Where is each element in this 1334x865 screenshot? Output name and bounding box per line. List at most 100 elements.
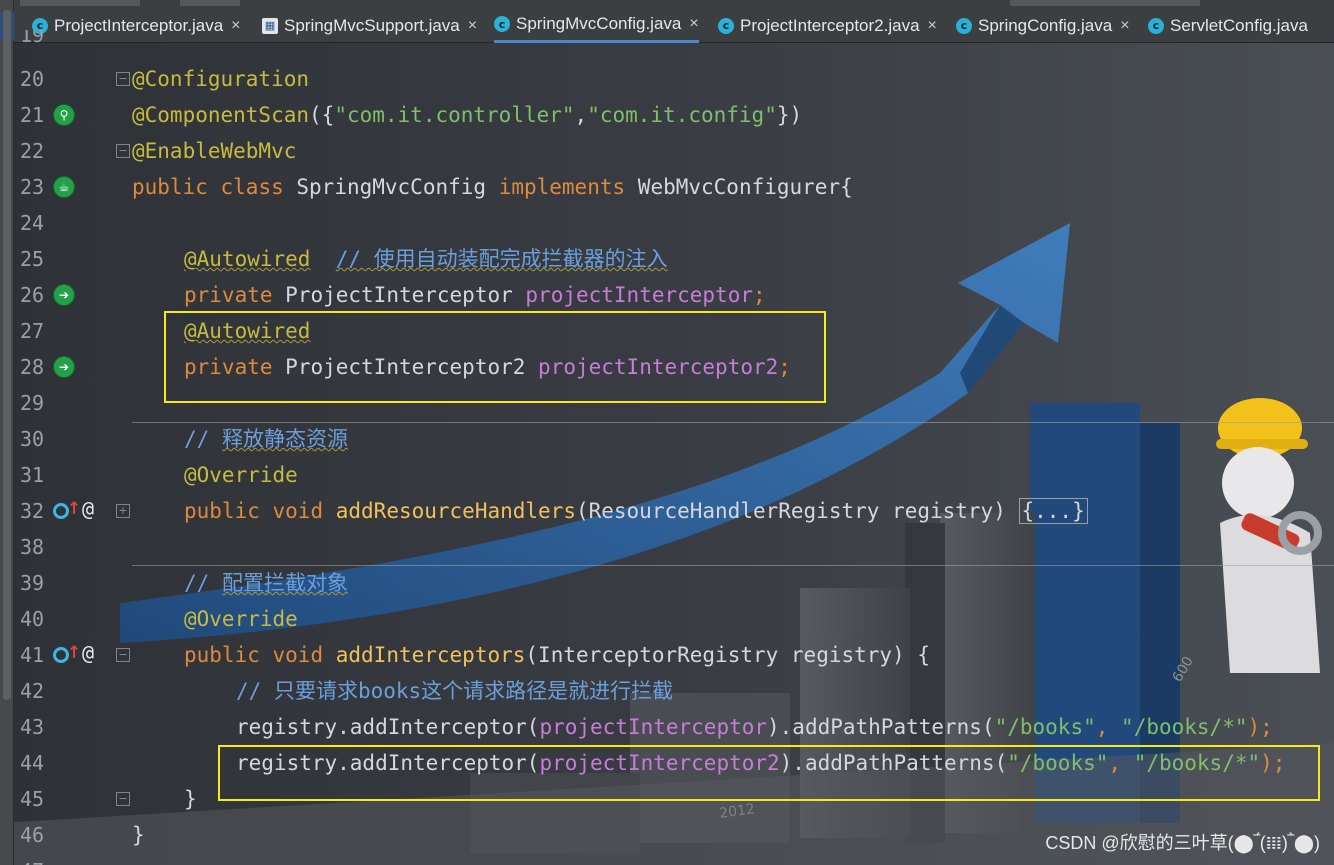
class-icon: c [718,17,734,34]
method-name: addResourceHandlers [335,499,576,523]
code-line-46: } [132,817,145,853]
spring-bean-icon[interactable]: ☕ [53,176,75,198]
line-number: 25 [20,247,45,271]
line-number: 40 [20,607,45,631]
close-icon[interactable]: × [689,15,698,33]
fold-toggle-icon[interactable]: − [116,72,130,86]
code-line-41: public void addInterceptors(InterceptorR… [184,637,930,673]
tab-label: ProjectInterceptor.java [54,15,224,35]
close-icon[interactable]: × [928,17,937,35]
punct: , [1095,715,1122,739]
keyword: class [220,175,284,199]
keyword: public [132,175,208,199]
line-number: 19 [20,30,45,44]
editor-tab-bar: c ProjectInterceptor.java × ▦ SpringMvcS… [0,0,1334,43]
tab-spring-config[interactable]: c SpringConfig.java × [956,8,1130,43]
line-number: 28 [20,355,45,379]
field-name: projectInterceptor [525,283,753,307]
comment-slash: // [184,571,210,595]
fold-expand-icon[interactable]: + [116,504,130,518]
folded-block[interactable]: {...} [1018,498,1088,524]
spring-autowired-icon[interactable]: ➔ [53,356,75,378]
line-number: 43 [20,715,45,739]
left-tool-strip [0,0,14,865]
punct: ; [752,283,766,307]
tab-label: ServletConfig.java [1170,15,1308,35]
vertical-scrollbar[interactable] [3,10,11,700]
class-icon: c [494,16,510,32]
highlight-box-add-interceptor [218,745,1320,801]
keyword: implements [498,175,626,199]
keyword: public [184,643,260,667]
line-number: 26 [20,283,45,307]
comment: 只要请求books这个请求路径是就进行拦截 [273,679,674,703]
annotation: @EnableWebMvc [132,139,297,163]
line-number: 23 [20,175,45,199]
up-arrow-icon: ↑ [67,499,82,519]
class-icon: c [1148,17,1164,34]
tab-project-interceptor[interactable]: c ProjectInterceptor.java × [32,8,241,43]
tab-servlet-config[interactable]: c ServletConfig.java [1148,8,1308,43]
punct: ); [1247,715,1273,739]
punct: }) [776,103,803,127]
spring-autowired-icon[interactable]: ➔ [53,284,75,306]
code-line-45: } [184,781,197,817]
code-line-22: @EnableWebMvc [132,133,296,169]
code-text: registry.addInterceptor( [236,715,540,739]
tab-label: ProjectInterceptor2.java [740,15,920,35]
line-number: 32 [20,499,45,523]
code-line-23: public class SpringMvcConfig implements … [132,169,853,205]
code-line-42: // 只要请求books这个请求路径是就进行拦截 [236,673,673,709]
params: (ResourceHandlerRegistry registry) [575,499,1006,523]
interface-name: WebMvcConfigurer{ [637,175,853,199]
tab-spring-mvc-support[interactable]: ▦ SpringMvcSupport.java × [262,8,477,43]
type-name: ProjectInterceptor [285,283,513,307]
tab-label: SpringMvcSupport.java [284,15,460,35]
line-number: 22 [20,139,45,163]
class-name: SpringMvcConfig [296,175,487,199]
close-icon[interactable]: × [231,17,240,35]
method-name: addInterceptors [335,643,526,667]
fold-toggle-icon[interactable]: − [116,144,130,158]
code-line-40: @Override [184,601,298,637]
string: "com.it.config" [587,103,777,127]
line-number: 45 [20,787,45,811]
params: (InterceptorRegistry registry) { [525,643,930,667]
highlight-box-autowired [164,311,826,403]
keyword: void [272,643,324,667]
keyword: private [184,283,273,307]
punct: , [574,103,588,127]
fold-toggle-icon[interactable]: − [116,648,130,662]
brace: } [184,787,197,811]
line-number: 31 [20,463,45,487]
code-line-31: @Override [184,457,298,493]
override-icon[interactable]: @ [82,497,94,521]
override-icon[interactable]: @ [82,641,94,665]
close-icon[interactable]: × [1120,17,1129,35]
line-number: 27 [20,319,45,343]
brace: } [132,823,145,847]
comment: 配置拦截对象 [221,571,348,595]
code-line-32: public void addResourceHandlers(Resource… [184,493,1088,529]
fold-toggle-icon[interactable]: − [116,792,130,806]
tab-label: SpringConfig.java [978,15,1113,35]
comment-slash: // [236,679,262,703]
line-number: 39 [20,571,45,595]
code-line-39: // 配置拦截对象 [184,565,348,601]
code-line-26: private ProjectInterceptor projectInterc… [184,277,766,313]
csdn-watermark: CSDN @欣慰的三叶草(⬤‾́(𝍖)‾̀⬤) [1045,833,1320,853]
line-number: 20 [20,67,45,91]
comment: 释放静态资源 [221,427,348,451]
tab-project-interceptor2[interactable]: c ProjectInterceptor2.java × [718,8,937,43]
code-line-43: registry.addInterceptor(projectIntercept… [236,709,1273,745]
spring-scan-icon[interactable]: ⚲ [53,104,75,126]
keyword: void [272,499,324,523]
string: "/books/*" [1121,715,1248,739]
line-number: 21 [20,103,45,127]
line-number: 30 [20,427,45,451]
tab-spring-mvc-config[interactable]: c SpringMvcConfig.java × [494,8,699,43]
comment: // 使用自动装配完成拦截器的注入 [335,247,668,271]
code-line-20: @Configuration [132,61,309,97]
close-icon[interactable]: × [468,17,477,35]
line-number: 42 [20,679,45,703]
